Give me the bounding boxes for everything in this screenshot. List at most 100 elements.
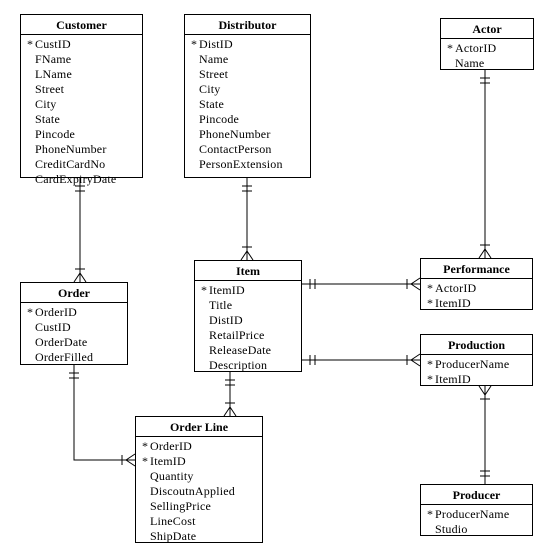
- attribute-field: ReleaseDate: [201, 343, 295, 358]
- attribute-name: PhoneNumber: [35, 142, 107, 156]
- connector-actor-performance: [479, 70, 491, 258]
- entity-distributor: Distributor *DistIDNameStreetCityStatePi…: [184, 14, 311, 178]
- attribute-field: Quantity: [142, 469, 256, 484]
- entity-title: Actor: [441, 19, 533, 39]
- key-marker-icon: *: [191, 37, 199, 52]
- attribute-name: Pincode: [35, 127, 75, 141]
- attribute-key: *ActorID: [447, 41, 527, 56]
- entity-attributes: *CustIDFNameLNameStreetCityStatePincodeP…: [21, 35, 142, 191]
- entity-title: Item: [195, 261, 301, 281]
- connector-producer-production: [479, 386, 491, 484]
- connector-item-production: [302, 354, 420, 366]
- attribute-field: PersonExtension: [191, 157, 304, 172]
- attribute-name: CreditCardNo: [35, 157, 105, 171]
- attribute-name: LName: [35, 67, 72, 81]
- key-marker-icon: *: [427, 281, 435, 296]
- key-marker-icon: *: [27, 37, 35, 52]
- key-marker-icon: *: [27, 305, 35, 320]
- attribute-name: ShipDate: [150, 529, 196, 543]
- attribute-field: Description: [201, 358, 295, 373]
- entity-attributes: *ActorIDName: [441, 39, 533, 75]
- entity-title: Distributor: [185, 15, 310, 35]
- attribute-key: *CustID: [27, 37, 136, 52]
- attribute-name: LineCost: [150, 514, 196, 528]
- attribute-field: State: [191, 97, 304, 112]
- entity-producer: Producer *ProducerNameStudio: [420, 484, 533, 536]
- attribute-name: OrderID: [35, 305, 77, 319]
- attribute-name: ReleaseDate: [209, 343, 271, 357]
- attribute-field: ShipDate: [142, 529, 256, 544]
- attribute-field: RetailPrice: [201, 328, 295, 343]
- attribute-name: CustID: [35, 320, 71, 334]
- attribute-key: *ProducerName: [427, 357, 526, 372]
- attribute-field: DiscoutnApplied: [142, 484, 256, 499]
- attribute-field: Name: [447, 56, 527, 71]
- entity-attributes: *ProducerName*ItemID: [421, 355, 532, 391]
- attribute-field: Street: [27, 82, 136, 97]
- attribute-field: City: [27, 97, 136, 112]
- entity-production: Production *ProducerName*ItemID: [420, 334, 533, 386]
- attribute-name: DiscoutnApplied: [150, 484, 235, 498]
- attribute-name: FName: [35, 52, 71, 66]
- attribute-name: ActorID: [435, 281, 476, 295]
- attribute-field: PhoneNumber: [191, 127, 304, 142]
- connector-item-performance: [302, 278, 420, 290]
- attribute-key: *ItemID: [427, 372, 526, 387]
- entity-attributes: *ActorID*ItemID: [421, 279, 532, 315]
- attribute-key: *ProducerName: [427, 507, 526, 522]
- attribute-field: PhoneNumber: [27, 142, 136, 157]
- attribute-field: Title: [201, 298, 295, 313]
- attribute-name: CustID: [35, 37, 71, 51]
- entity-order-line: Order Line *OrderID*ItemIDQuantityDiscou…: [135, 416, 263, 543]
- attribute-name: ProducerName: [435, 507, 509, 521]
- entity-title: Order: [21, 283, 127, 303]
- attribute-field: Pincode: [191, 112, 304, 127]
- attribute-field: OrderFilled: [27, 350, 121, 365]
- attribute-name: Quantity: [150, 469, 194, 483]
- attribute-key: *ItemID: [142, 454, 256, 469]
- attribute-field: CreditCardNo: [27, 157, 136, 172]
- key-marker-icon: *: [427, 296, 435, 311]
- attribute-name: DistID: [199, 37, 233, 51]
- attribute-name: ItemID: [435, 296, 471, 310]
- entity-attributes: *DistIDNameStreetCityStatePincodePhoneNu…: [185, 35, 310, 176]
- attribute-field: CustID: [27, 320, 121, 335]
- attribute-field: OrderDate: [27, 335, 121, 350]
- entity-order: Order *OrderIDCustIDOrderDateOrderFilled: [20, 282, 128, 365]
- attribute-name: OrderID: [150, 439, 192, 453]
- attribute-field: Street: [191, 67, 304, 82]
- connector-item-orderline: [224, 372, 236, 416]
- attribute-name: ProducerName: [435, 357, 509, 371]
- entity-attributes: *OrderID*ItemIDQuantityDiscoutnAppliedSe…: [136, 437, 262, 548]
- entity-actor: Actor *ActorIDName: [440, 18, 534, 70]
- attribute-name: OrderFilled: [35, 350, 93, 364]
- attribute-name: PersonExtension: [199, 157, 283, 171]
- entity-title: Customer: [21, 15, 142, 35]
- attribute-name: CardExpiryDate: [35, 172, 116, 186]
- attribute-name: OrderDate: [35, 335, 87, 349]
- er-diagram: { "entities": { "customer": { "title": "…: [0, 0, 555, 559]
- attribute-name: Studio: [435, 522, 468, 536]
- attribute-name: State: [35, 112, 60, 126]
- attribute-field: City: [191, 82, 304, 97]
- attribute-name: Title: [209, 298, 232, 312]
- attribute-field: FName: [27, 52, 136, 67]
- entity-customer: Customer *CustIDFNameLNameStreetCityStat…: [20, 14, 143, 178]
- attribute-name: Street: [199, 67, 228, 81]
- key-marker-icon: *: [427, 372, 435, 387]
- attribute-name: Pincode: [199, 112, 239, 126]
- attribute-name: ItemID: [435, 372, 471, 386]
- attribute-field: LineCost: [142, 514, 256, 529]
- attribute-name: City: [199, 82, 220, 96]
- key-marker-icon: *: [447, 41, 455, 56]
- entity-attributes: *ProducerNameStudio: [421, 505, 532, 541]
- attribute-name: Description: [209, 358, 267, 372]
- attribute-name: PhoneNumber: [199, 127, 271, 141]
- attribute-name: ItemID: [209, 283, 245, 297]
- attribute-key: *DistID: [191, 37, 304, 52]
- entity-performance: Performance *ActorID*ItemID: [420, 258, 533, 310]
- attribute-key: *OrderID: [142, 439, 256, 454]
- key-marker-icon: *: [427, 357, 435, 372]
- connector-distributor-item: [241, 178, 253, 260]
- attribute-name: SellingPrice: [150, 499, 211, 513]
